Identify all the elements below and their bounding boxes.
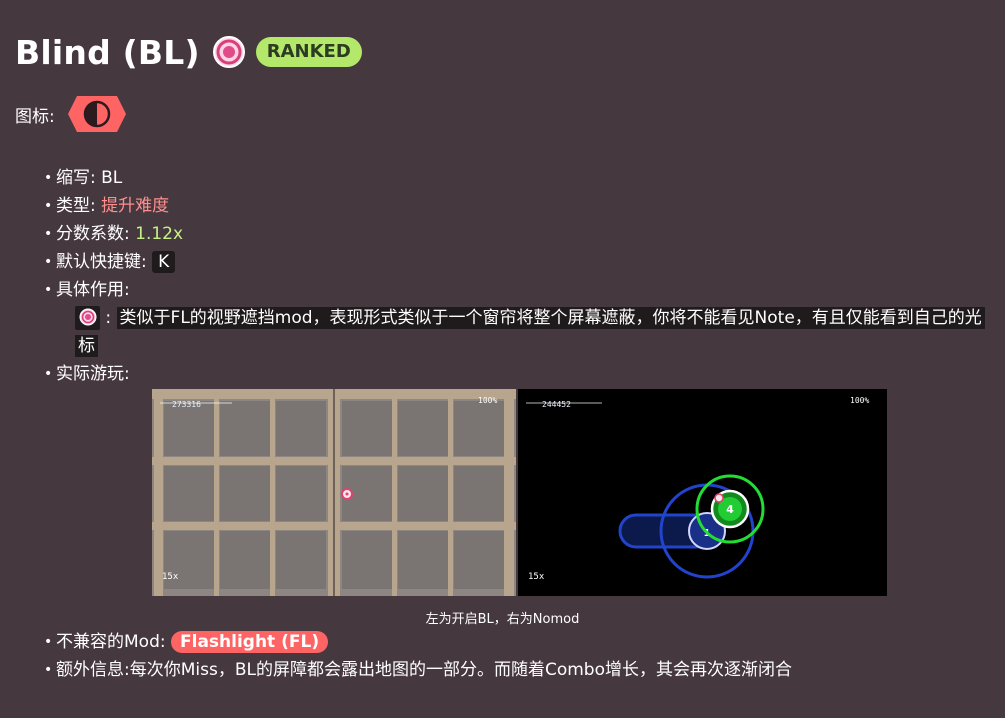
multiplier-item: 分数系数: 1.12x: [44, 220, 994, 248]
abbr-label: 缩写:: [56, 168, 96, 188]
effect-description: : 类似于FL的视野遮挡mod，表现形式类似于一个窗帘将整个屏幕遮蔽，你将不能看…: [75, 304, 995, 360]
effect-separator: :: [105, 308, 112, 328]
nomod-screenshot: 244452 100% 15x 1 4: [518, 389, 887, 596]
extra-info-text: 额外信息:每次你Miss，BL的屏障都会露出地图的一部分。而随着Combo增长，…: [56, 660, 792, 680]
image-caption: 左为开启BL，右为Nomod: [425, 612, 580, 627]
icon-label: 图标:: [15, 106, 55, 127]
type-value: 提升难度: [101, 196, 170, 216]
difficulty-increase-icon: [212, 35, 246, 69]
mod-properties-list: 缩写: BL 类型: 提升难度 分数系数: 1.12x 默认快捷键: K 具体作…: [44, 164, 994, 388]
blind-screenshot: 273316 100% 15x: [152, 389, 516, 596]
gameplay-label: 实际游玩:: [56, 364, 130, 384]
right-accuracy-text: 100%: [850, 396, 869, 405]
hotkey-item: 默认快捷键: K: [44, 248, 994, 276]
effect-icon-wrap: [75, 306, 100, 330]
left-score-text: 273316: [172, 400, 201, 409]
hotkey-key: K: [152, 251, 176, 273]
extra-info-list: 不兼容的Mod: Flashlight (FL) 额外信息:每次你Miss，BL…: [44, 628, 994, 684]
page-title: Blind (BL): [15, 32, 200, 72]
abbr-item: 缩写: BL: [44, 164, 994, 192]
multiplier-value: 1.12x: [135, 224, 184, 244]
effect-item: 具体作用: : 类似于FL的视野遮挡mod，表现形式类似于一个窗帘将整个屏幕遮蔽…: [44, 276, 994, 360]
difficulty-increase-icon: [79, 307, 97, 326]
effect-label: 具体作用:: [56, 280, 130, 300]
gameplay-comparison-image: 273316 100% 15x 244452 100% 15x 1 4: [152, 389, 887, 596]
type-label: 类型:: [56, 196, 96, 216]
incompatible-mod-badge[interactable]: Flashlight (FL): [171, 631, 329, 653]
hit-number-front: 4: [726, 503, 734, 516]
abbr-value: BL: [101, 168, 123, 188]
hotkey-label: 默认快捷键:: [56, 252, 147, 272]
incompatible-label: 不兼容的Mod:: [56, 632, 166, 652]
title-row: Blind (BL) RANKED: [15, 30, 362, 74]
incompatible-item: 不兼容的Mod: Flashlight (FL): [44, 628, 994, 656]
icon-row: 图标:: [15, 96, 126, 132]
gameplay-item: 实际游玩:: [44, 360, 994, 388]
right-score-text: 244452: [542, 400, 571, 409]
type-item: 类型: 提升难度: [44, 192, 994, 220]
extra-info-item: 额外信息:每次你Miss，BL的屏障都会露出地图的一部分。而随着Combo增长，…: [44, 656, 994, 684]
right-combo-text: 15x: [528, 572, 545, 582]
left-combo-text: 15x: [162, 572, 179, 582]
nomod-cursor-icon: [714, 493, 724, 503]
left-accuracy-text: 100%: [478, 396, 497, 405]
effect-text: 类似于FL的视野遮挡mod，表现形式类似于一个窗帘将整个屏幕遮蔽，你将不能看见N…: [75, 307, 985, 357]
multiplier-label: 分数系数:: [56, 224, 130, 244]
blind-mod-icon: [67, 96, 126, 132]
ranked-badge: RANKED: [255, 37, 362, 67]
